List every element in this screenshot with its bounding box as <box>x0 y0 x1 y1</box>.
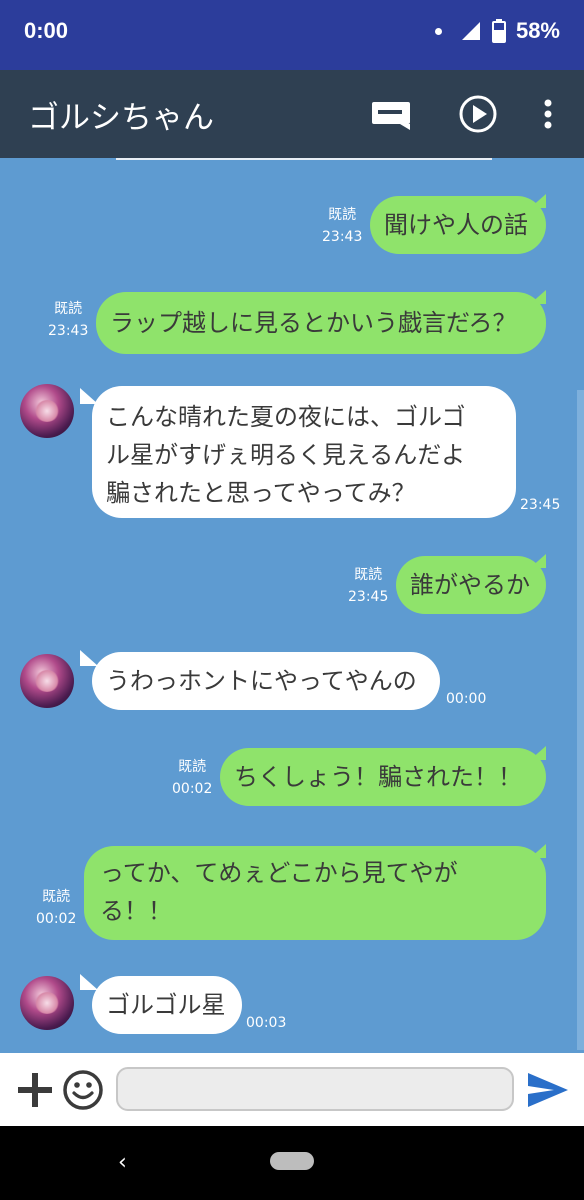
message-text: うわっホントにやってやんの <box>106 667 417 695</box>
send-icon[interactable] <box>526 1071 570 1109</box>
more-vert-icon[interactable] <box>540 98 556 130</box>
message-time: 23:45 <box>520 497 561 513</box>
home-pill[interactable] <box>270 1152 314 1170</box>
message-bubble[interactable]: 聞けや人の話 <box>370 196 546 254</box>
message-meta: 既読 00:02 <box>36 886 76 930</box>
battery-percent: 58% <box>515 18 560 43</box>
avatar[interactable] <box>20 654 74 708</box>
message-time: 00:03 <box>246 1015 287 1031</box>
message-meta: 既読 23:45 <box>348 564 388 608</box>
avatar[interactable] <box>20 384 74 438</box>
message-text: 聞けや人の話 <box>384 211 528 239</box>
status-time: 0:00 <box>24 18 69 43</box>
message-input[interactable] <box>116 1067 514 1111</box>
read-receipt: 既読 <box>42 889 71 905</box>
back-chevron-icon[interactable]: ‹ <box>118 1150 127 1175</box>
system-nav-bar: ‹ <box>0 1126 584 1200</box>
message-icon[interactable] <box>370 100 412 130</box>
message-edge <box>116 158 492 160</box>
message-text-line: ル星がすげぇ明るく見えるんだよ <box>106 441 466 469</box>
play-icon[interactable] <box>458 94 498 134</box>
app-bar: ゴルシちゃん <box>0 70 584 158</box>
chat-title: ゴルシちゃん <box>28 100 214 136</box>
message-text-line: こんな晴れた夏の夜には、ゴルゴ <box>106 403 466 431</box>
battery-icon <box>491 19 506 43</box>
bubble-tail <box>530 290 546 304</box>
emoji-icon[interactable] <box>62 1069 104 1111</box>
status-indicators: 58% <box>434 18 560 44</box>
notification-dot-icon <box>434 27 442 35</box>
bubble-tail <box>530 194 546 208</box>
message-meta: 既読 23:43 <box>322 204 362 248</box>
message-meta: 既読 00:02 <box>172 756 212 800</box>
input-bar <box>0 1053 584 1126</box>
read-receipt: 既読 <box>54 301 83 317</box>
message-time: 00:02 <box>172 781 213 797</box>
scrollbar[interactable] <box>577 390 584 1050</box>
message-bubble[interactable]: ちくしょう！騙された！！ <box>220 748 546 806</box>
avatar[interactable] <box>20 976 74 1030</box>
message-text-line: 騙されたと思ってやってみ？ <box>106 479 416 507</box>
message-text: ゴルゴル星 <box>106 991 226 1019</box>
read-receipt: 既読 <box>328 207 357 223</box>
message-text: ちくしょう！騙された！！ <box>234 763 522 791</box>
read-receipt: 既読 <box>178 759 207 775</box>
message-text: 誰がやるか <box>410 571 530 599</box>
message-bubble[interactable]: こんな晴れた夏の夜には、ゴルゴ ル星がすげぇ明るく見えるんだよ 騙されたと思って… <box>92 386 516 518</box>
bubble-tail <box>530 844 546 858</box>
message-time: 23:43 <box>48 323 89 339</box>
bubble-tail <box>80 650 98 666</box>
message-bubble[interactable]: ゴルゴル星 <box>92 976 242 1034</box>
message-text-line: る！！ <box>100 897 172 925</box>
message-bubble[interactable]: ってか、てめぇどこから見てやが る！！ <box>84 846 546 940</box>
read-receipt: 既読 <box>354 567 383 583</box>
message-bubble[interactable]: ラップ越しに見るとかいう戯言だろ？ <box>96 292 546 354</box>
chat-area[interactable]: 既読 23:43 聞けや人の話 既読 23:43 ラップ越しに見るとかいう戯言だ… <box>0 158 584 1053</box>
bubble-tail <box>80 974 98 990</box>
message-text: ラップ越しに見るとかいう戯言だろ？ <box>110 309 517 337</box>
message-time: 00:02 <box>36 911 77 927</box>
status-bar: 0:00 58% <box>0 0 584 70</box>
message-bubble[interactable]: 誰がやるか <box>396 556 546 614</box>
bubble-tail <box>530 746 546 760</box>
plus-icon[interactable] <box>16 1071 54 1109</box>
message-time: 23:43 <box>322 229 363 245</box>
message-time: 00:00 <box>446 691 487 707</box>
bubble-tail <box>530 554 546 568</box>
signal-icon <box>461 22 480 40</box>
message-time: 23:45 <box>348 589 389 605</box>
message-text-line: ってか、てめぇどこから見てやが <box>100 859 458 887</box>
message-meta: 既読 23:43 <box>48 298 88 342</box>
message-bubble[interactable]: うわっホントにやってやんの <box>92 652 440 710</box>
